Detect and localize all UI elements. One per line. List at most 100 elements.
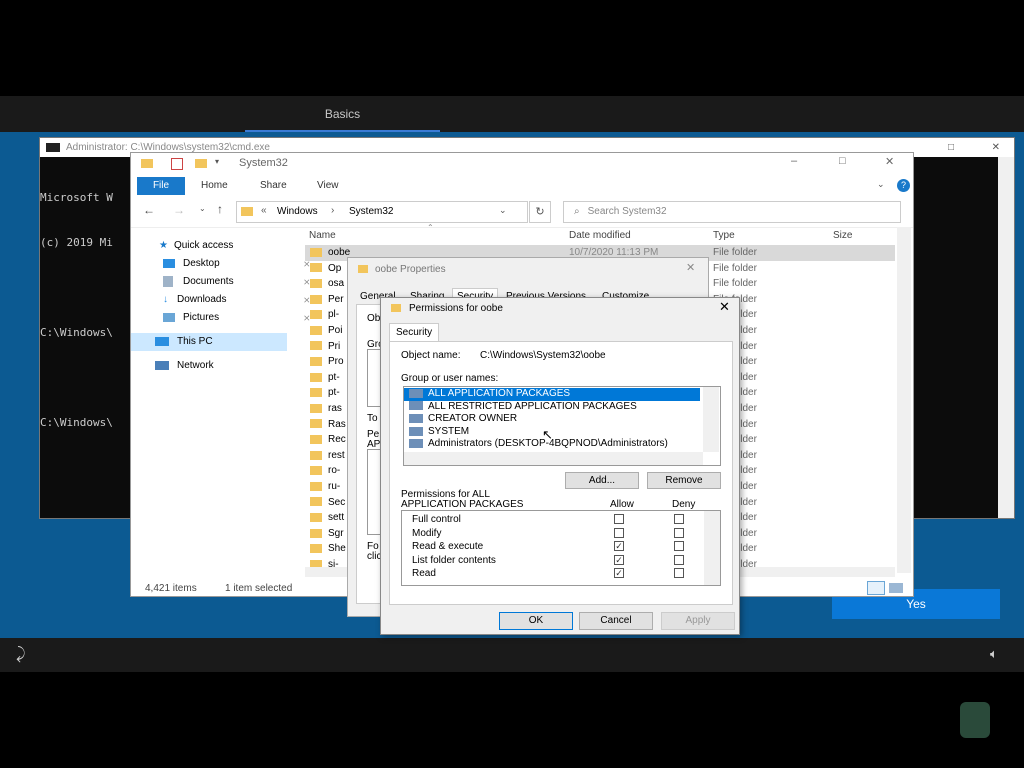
- file-name: ru-: [328, 481, 341, 492]
- tab-view[interactable]: View: [317, 177, 339, 195]
- close-icon[interactable]: ✕: [992, 138, 1000, 157]
- group-list-item[interactable]: SYSTEM: [404, 426, 704, 439]
- up-icon[interactable]: ↑: [217, 202, 223, 216]
- sidebar-item-pictures[interactable]: Pictures ⨯: [163, 309, 319, 327]
- volume-icon[interactable]: 🔈︎: [990, 646, 998, 662]
- folder-icon: [310, 419, 322, 429]
- permissions-list-scrollbar[interactable]: [704, 511, 720, 585]
- minimize-icon[interactable]: –: [791, 155, 797, 167]
- close-icon[interactable]: ✕: [885, 155, 894, 168]
- forward-icon[interactable]: →: [173, 203, 185, 217]
- refresh-icon[interactable]: ↻: [529, 201, 551, 223]
- breadcrumb-overflow-icon[interactable]: «: [261, 205, 267, 216]
- cancel-button[interactable]: Cancel: [579, 612, 653, 630]
- cmd-line: [40, 370, 113, 385]
- users-icon: [409, 401, 423, 411]
- file-name: Rec: [328, 434, 346, 446]
- allow-checkbox[interactable]: ✓: [614, 554, 624, 565]
- file-name: Ras: [328, 418, 346, 430]
- deny-checkbox[interactable]: [674, 541, 684, 551]
- ok-button[interactable]: OK: [499, 612, 573, 630]
- search-input[interactable]: ⌕ Search System32: [563, 201, 901, 223]
- column-name[interactable]: Name: [309, 230, 336, 241]
- tab-file[interactable]: File: [137, 177, 185, 195]
- group-list-item[interactable]: ALL APPLICATION PACKAGES: [404, 388, 700, 401]
- allow-checkbox[interactable]: [614, 527, 624, 538]
- properties-icon[interactable]: [171, 158, 183, 170]
- allow-checkbox[interactable]: ✓: [614, 568, 624, 578]
- group-list-item[interactable]: Administrators (DESKTOP-4BQPNOD\Administ…: [404, 438, 704, 451]
- explorer-titlebar[interactable]: ▾ System32 – □ ✕: [131, 153, 913, 175]
- sidebar-item-desktop[interactable]: Desktop ⨯: [163, 255, 319, 273]
- back-icon[interactable]: ←: [143, 203, 155, 217]
- permission-row: Read ✓: [402, 567, 702, 581]
- add-button[interactable]: Add...: [565, 472, 639, 489]
- file-name: Pri: [328, 340, 341, 352]
- breadcrumb-windows[interactable]: Windows: [277, 206, 318, 217]
- folder-icon: [310, 513, 322, 523]
- new-folder-icon[interactable]: [195, 159, 207, 168]
- deny-label: Deny: [672, 499, 696, 510]
- cmd-scrollbar[interactable]: [998, 157, 1014, 518]
- permissions-dialog[interactable]: Permissions for oobe ✕ Security Object n…: [380, 297, 740, 635]
- file-type: File folder: [713, 247, 757, 258]
- folder-icon: [310, 435, 322, 445]
- permission-row: Read & execute ✓: [402, 540, 702, 554]
- close-icon[interactable]: ✕: [719, 299, 730, 315]
- column-size[interactable]: Size: [833, 230, 852, 241]
- group-name: ALL RESTRICTED APPLICATION PACKAGES: [428, 400, 637, 412]
- group-list-item[interactable]: ALL RESTRICTED APPLICATION PACKAGES: [404, 401, 704, 414]
- folder-icon: [310, 528, 322, 538]
- sidebar-item-label: Quick access: [173, 240, 234, 251]
- group-list-hscrollbar[interactable]: [404, 452, 703, 465]
- explorer-title: System32: [239, 157, 288, 169]
- group-name: CREATOR OWNER: [428, 413, 518, 425]
- details-view-icon[interactable]: [867, 581, 885, 595]
- deny-checkbox[interactable]: [674, 568, 684, 578]
- star-icon: ★: [159, 240, 168, 251]
- tab-home[interactable]: Home: [201, 177, 228, 195]
- recent-dropdown-icon[interactable]: ⌄: [199, 204, 206, 213]
- downloads-icon: ↓: [163, 294, 168, 305]
- address-dropdown-icon[interactable]: ⌄: [499, 205, 507, 216]
- tab-share[interactable]: Share: [260, 177, 287, 195]
- tab-security[interactable]: Security: [389, 323, 440, 341]
- qat-dropdown-icon[interactable]: ▾: [215, 157, 219, 166]
- sidebar-item-downloads[interactable]: ↓ Downloads ⨯: [163, 291, 319, 309]
- group-list-scrollbar[interactable]: [703, 387, 719, 452]
- sidebar-item-label: Pictures: [183, 312, 220, 323]
- folder-icon: [310, 497, 322, 507]
- maximize-icon[interactable]: □: [948, 138, 954, 157]
- expand-ribbon-icon[interactable]: ⌄: [877, 179, 885, 190]
- permission-name: Read: [412, 568, 436, 579]
- column-type[interactable]: Type: [713, 230, 735, 241]
- breadcrumb-system32[interactable]: System32: [349, 206, 393, 217]
- deny-checkbox[interactable]: [674, 527, 684, 538]
- remove-button[interactable]: Remove: [647, 472, 721, 489]
- maximize-icon[interactable]: □: [839, 155, 846, 167]
- file-name: sett: [328, 512, 345, 524]
- folder-icon: [391, 304, 401, 312]
- file-list-scrollbar[interactable]: [897, 227, 911, 573]
- folder-icon: [310, 341, 322, 351]
- sidebar-item-network[interactable]: Network: [155, 357, 311, 375]
- sidebar-item-documents[interactable]: Documents ⨯: [163, 273, 319, 291]
- deny-checkbox[interactable]: [674, 554, 684, 565]
- allow-checkbox[interactable]: ✓: [614, 541, 624, 551]
- deny-checkbox[interactable]: [674, 514, 684, 524]
- column-date[interactable]: Date modified: [569, 230, 631, 241]
- sidebar-item-quick-access[interactable]: ★ Quick access: [159, 237, 315, 255]
- apply-button[interactable]: Apply: [661, 612, 735, 630]
- group-list-item[interactable]: CREATOR OWNER: [404, 413, 704, 426]
- allow-checkbox[interactable]: [614, 514, 624, 524]
- large-icons-view-icon[interactable]: [889, 583, 903, 593]
- folder-icon: [310, 279, 322, 289]
- file-name: She: [328, 543, 346, 555]
- close-icon[interactable]: ✕: [686, 261, 695, 274]
- help-icon[interactable]: ?: [897, 179, 910, 192]
- sidebar-item-this-pc[interactable]: This PC: [131, 333, 287, 351]
- cmd-line: C:\Windows\: [40, 416, 113, 429]
- address-bar[interactable]: « Windows › System32 ⌄: [236, 201, 528, 223]
- accessibility-icon[interactable]: ⤸: [16, 646, 26, 664]
- oobe-tab-basics: Basics: [245, 96, 440, 132]
